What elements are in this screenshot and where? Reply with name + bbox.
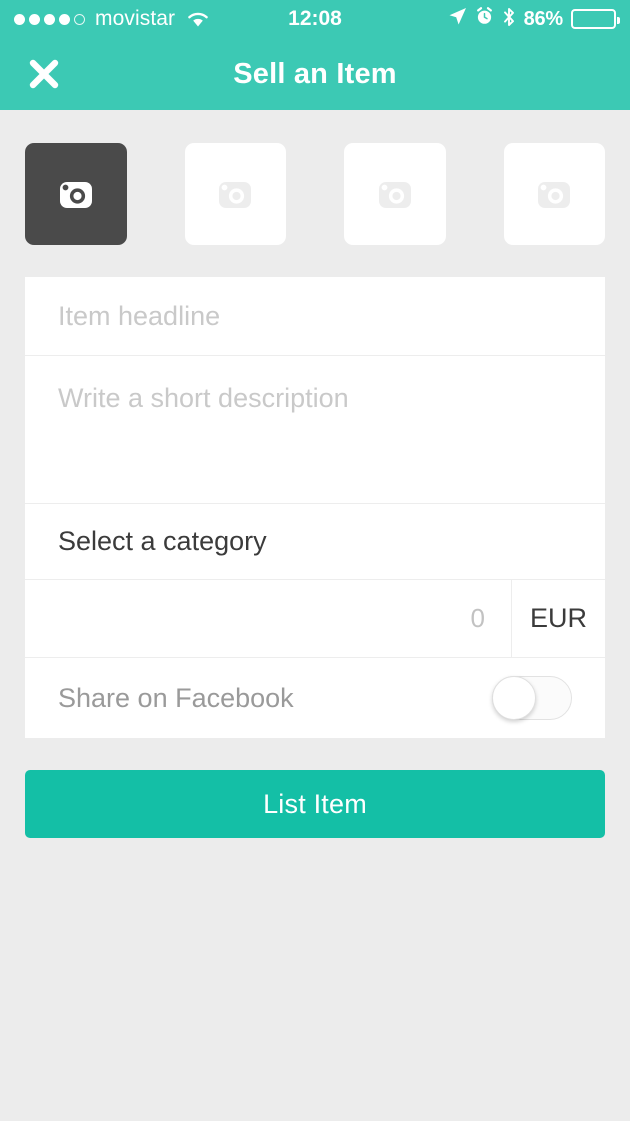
camera-icon <box>531 174 577 214</box>
battery-icon <box>571 9 616 29</box>
signal-dot <box>29 14 40 25</box>
carrier-label: movistar <box>95 7 175 31</box>
battery-percentage-label: 86% <box>524 8 563 31</box>
toggle-knob <box>492 676 536 720</box>
signal-dot <box>44 14 55 25</box>
photo-tile-3[interactable] <box>344 143 446 245</box>
navigation-bar: Sell an Item <box>0 38 630 110</box>
page-title: Sell an Item <box>0 58 630 91</box>
price-field-row: 0 EUR <box>25 580 605 658</box>
camera-icon <box>372 174 418 214</box>
price-input[interactable]: 0 <box>25 580 512 657</box>
share-facebook-label: Share on Facebook <box>58 683 294 714</box>
description-input-placeholder[interactable]: Write a short description <box>58 383 349 413</box>
alarm-clock-icon <box>475 7 494 31</box>
photo-tile-2[interactable] <box>185 143 287 245</box>
category-label[interactable]: Select a category <box>58 526 267 557</box>
photo-picker-row <box>25 143 605 245</box>
description-field-row[interactable]: Write a short description <box>25 356 605 504</box>
currency-selector[interactable]: EUR <box>512 580 605 657</box>
list-item-button-label: List Item <box>263 789 367 820</box>
headline-input-placeholder[interactable]: Item headline <box>58 301 220 332</box>
share-facebook-toggle[interactable] <box>492 676 572 720</box>
signal-dot <box>59 14 70 25</box>
close-button[interactable] <box>22 52 66 96</box>
currency-label[interactable]: EUR <box>530 603 587 634</box>
location-arrow-icon <box>448 7 467 31</box>
wifi-icon <box>186 10 210 28</box>
status-bar-left: movistar <box>14 7 210 31</box>
close-icon <box>27 57 61 91</box>
signal-dot-empty <box>74 14 85 25</box>
photo-tile-4[interactable] <box>504 143 606 245</box>
headline-field-row[interactable]: Item headline <box>25 277 605 356</box>
price-input-placeholder[interactable]: 0 <box>471 603 485 634</box>
status-bar-right: 86% <box>448 7 616 32</box>
photo-tile-1[interactable] <box>25 143 127 245</box>
sell-item-form-card: Item headline Write a short description … <box>25 277 605 738</box>
share-facebook-row[interactable]: Share on Facebook <box>25 658 605 738</box>
list-item-button[interactable]: List Item <box>25 770 605 838</box>
bluetooth-icon <box>502 7 516 32</box>
status-bar: movistar 12:08 <box>0 0 630 38</box>
camera-icon <box>53 174 99 214</box>
signal-strength-indicator <box>14 14 85 25</box>
camera-icon <box>212 174 258 214</box>
signal-dot <box>14 14 25 25</box>
category-selector-row[interactable]: Select a category <box>25 504 605 580</box>
app-screen: movistar 12:08 <box>0 0 630 1121</box>
